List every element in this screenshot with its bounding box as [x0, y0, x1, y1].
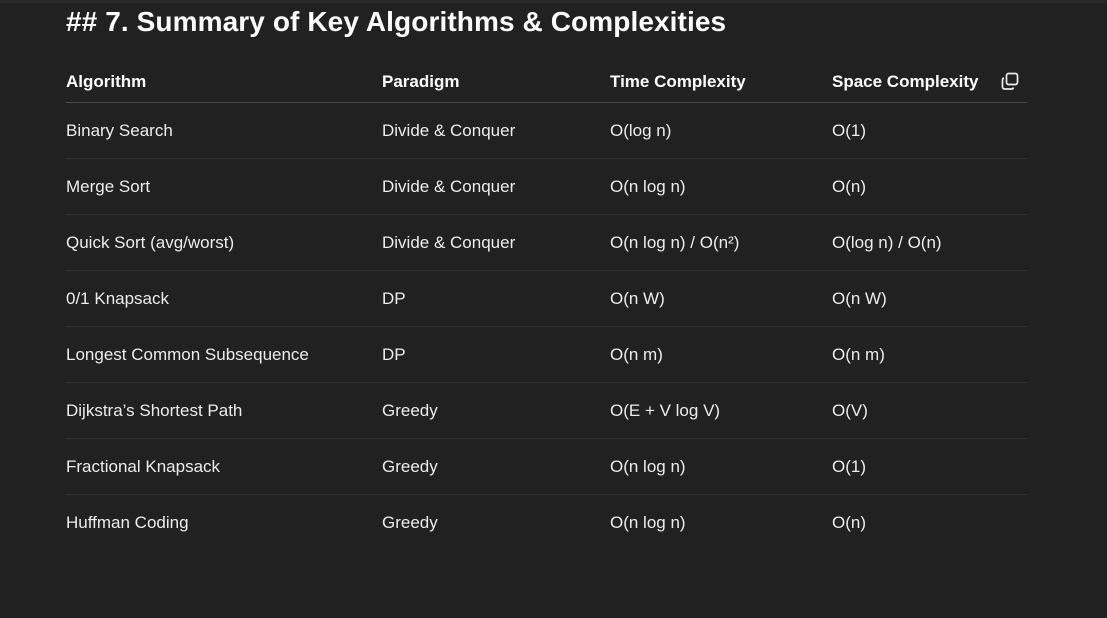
cell-space-complexity: O(V) — [832, 382, 1027, 439]
cell-algorithm: Merge Sort — [66, 158, 382, 215]
table-row: Quick Sort (avg/worst) Divide & Conquer O(… — [66, 214, 1027, 271]
table-body: Binary Search Divide & Conquer O(log n) O(1… — [66, 102, 1027, 551]
complexity-table: Algorithm Paradigm Time Complexity Space… — [66, 62, 1027, 550]
table-row: Huffman Coding Greedy O(n log n) O(n) — [66, 495, 1027, 551]
cell-time-complexity: O(n log n) — [610, 512, 686, 532]
cell-algorithm: 0/1 Knapsack — [66, 270, 382, 327]
cell-time-complexity: O(E + V log V) — [610, 382, 832, 439]
cell-time-complexity: O(log n) — [610, 102, 832, 159]
cell-algorithm: Quick Sort (avg/worst) — [66, 214, 382, 271]
cell-paradigm: Greedy — [382, 438, 610, 495]
complexity-table-container: Algorithm Paradigm Time Complexity Space… — [66, 62, 1027, 550]
cell-algorithm: Huffman Coding — [66, 512, 189, 532]
cell-algorithm: Fractional Knapsack — [66, 438, 382, 495]
cell-paradigm: Greedy — [382, 382, 610, 439]
header-paradigm: Paradigm — [382, 62, 610, 103]
section-heading: ## 7. Summary of Key Algorithms & Comple… — [66, 6, 727, 37]
table-row: Binary Search Divide & Conquer O(log n) O(1… — [66, 102, 1027, 159]
header-time-complexity: Time Complexity — [610, 62, 832, 103]
copy-icon — [1001, 72, 1019, 90]
table-row: Dijkstra’s Shortest Path Greedy O(E + V lo… — [66, 382, 1027, 439]
table-header-row: Algorithm Paradigm Time Complexity Space… — [66, 62, 1027, 103]
table-row: Longest Common Subsequence DP O(n m) O(n m) — [66, 326, 1027, 383]
cell-space-complexity: O(n) — [832, 158, 1027, 215]
cell-paradigm: DP — [382, 270, 610, 327]
cell-time-complexity: O(n log n) — [610, 158, 832, 215]
cell-space-complexity: O(n W) — [832, 270, 1027, 327]
cell-space-complexity: O(log n) / O(n) — [832, 214, 1027, 271]
cell-algorithm: Dijkstra’s Shortest Path — [66, 382, 382, 439]
header-algorithm: Algorithm — [66, 62, 382, 103]
header-space-complexity: Space Complexity — [832, 62, 1027, 103]
cell-algorithm: Longest Common Subsequence — [66, 326, 382, 383]
copy-table-button[interactable] — [999, 70, 1021, 92]
table-row: Fractional Knapsack Greedy O(n log n) O(1) — [66, 438, 1027, 495]
table-row: Merge Sort Divide & Conquer O(n log n) O(n) — [66, 158, 1027, 215]
cell-paradigm: Divide & Conquer — [382, 102, 610, 159]
cell-paradigm: Divide & Conquer — [382, 158, 610, 215]
cell-time-complexity: O(n W) — [610, 270, 832, 327]
cell-time-complexity: O(n m) — [610, 326, 832, 383]
cell-space-complexity: O(1) — [832, 438, 1027, 495]
cell-paradigm: Divide & Conquer — [382, 214, 610, 271]
cell-paradigm: Greedy — [382, 512, 438, 532]
cell-space-complexity: O(n) — [832, 512, 866, 532]
cell-paradigm: DP — [382, 326, 610, 383]
table-row: 0/1 Knapsack DP O(n W) O(n W) — [66, 270, 1027, 327]
top-divider — [0, 0, 1107, 3]
cell-time-complexity: O(n log n) — [610, 438, 832, 495]
cell-time-complexity: O(n log n) / O(n²) — [610, 214, 832, 271]
cell-algorithm: Binary Search — [66, 102, 382, 159]
cell-space-complexity: O(1) — [832, 102, 1027, 159]
cell-space-complexity: O(n m) — [832, 326, 1027, 383]
